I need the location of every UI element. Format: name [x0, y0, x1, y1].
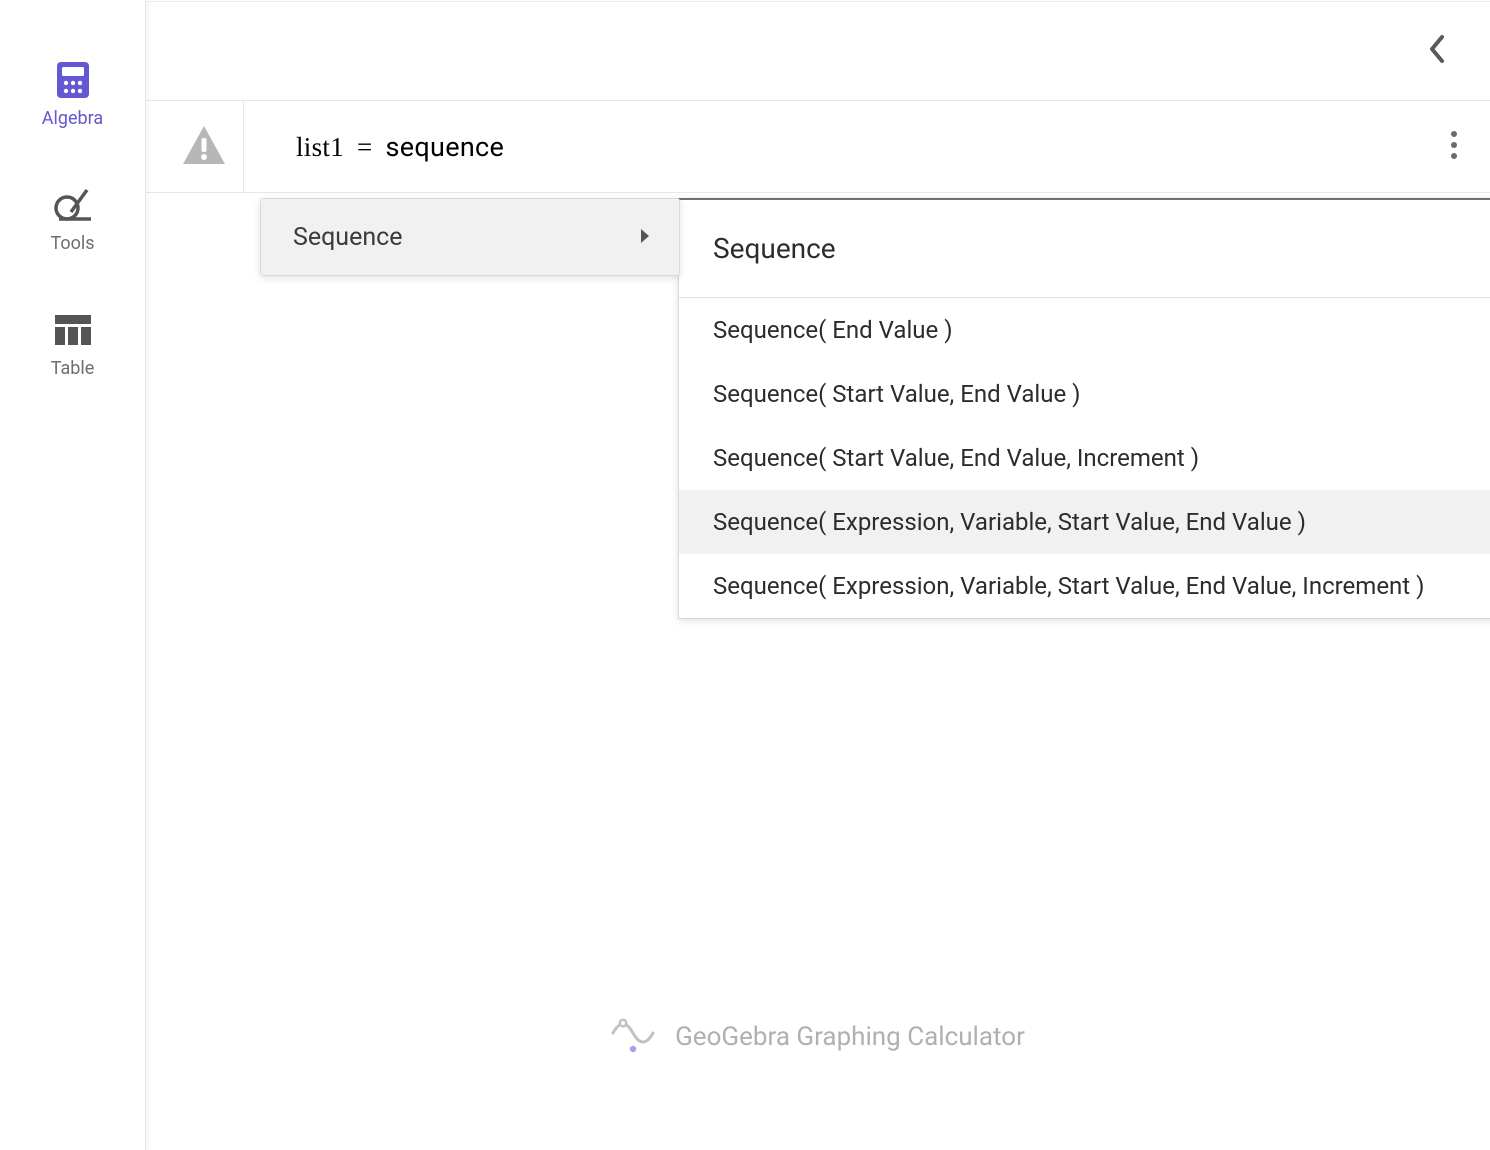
expression-value: sequence	[386, 131, 505, 163]
expression-equals: =	[357, 132, 373, 162]
calculator-icon	[53, 60, 93, 100]
collapse-panel-button[interactable]	[1422, 28, 1454, 74]
expression-variable: list1	[296, 132, 344, 162]
chevron-right-icon	[639, 223, 651, 252]
autocomplete-category-label: Sequence	[293, 223, 403, 252]
branding-text: GeoGebra Graphing Calculator	[675, 1022, 1025, 1052]
row-status	[146, 101, 244, 193]
sidebar-item-label: Algebra	[42, 108, 103, 129]
autocomplete-syntax-list: Sequence( End Value )Sequence( Start Val…	[679, 298, 1490, 618]
autocomplete-category-popup: Sequence	[260, 198, 680, 276]
autocomplete-syntax-option[interactable]: Sequence( Expression, Variable, Start Va…	[679, 490, 1490, 554]
sidebar-item-table[interactable]: Table	[0, 310, 145, 379]
autocomplete-syntax-option[interactable]: Sequence( Start Value, End Value, Increm…	[679, 426, 1490, 490]
tools-icon	[53, 185, 93, 225]
autocomplete-syntax-option[interactable]: Sequence( End Value )	[679, 298, 1490, 362]
autocomplete-syntax-popup: Sequence Sequence( End Value )Sequence( …	[678, 198, 1490, 619]
algebra-input-row[interactable]: list1 = sequence	[146, 101, 1490, 193]
topbar	[146, 1, 1490, 101]
more-vertical-icon	[1450, 130, 1458, 164]
viewport: Algebra Tools Table	[0, 0, 1490, 1150]
sidebar-item-label: Tools	[50, 233, 94, 254]
autocomplete-category-item[interactable]: Sequence	[261, 199, 679, 275]
algebra-expression[interactable]: list1 = sequence	[268, 131, 504, 163]
autocomplete-syntax-option[interactable]: Sequence( Expression, Variable, Start Va…	[679, 554, 1490, 618]
autocomplete-syntax-header: Sequence	[679, 200, 1490, 298]
row-context-menu-button[interactable]	[1442, 122, 1466, 172]
sidebar: Algebra Tools Table	[0, 0, 146, 1150]
sidebar-item-algebra[interactable]: Algebra	[0, 60, 145, 129]
sidebar-item-label: Table	[51, 358, 95, 379]
warning-icon	[181, 124, 227, 170]
chevron-left-icon	[1428, 49, 1448, 68]
sidebar-item-tools[interactable]: Tools	[0, 185, 145, 254]
autocomplete-syntax-option[interactable]: Sequence( Start Value, End Value )	[679, 362, 1490, 426]
input-row-left: list1 = sequence	[164, 101, 504, 193]
table-icon	[53, 310, 93, 350]
branding: GeoGebra Graphing Calculator	[146, 1013, 1490, 1060]
graph-logo-icon	[611, 1013, 655, 1060]
